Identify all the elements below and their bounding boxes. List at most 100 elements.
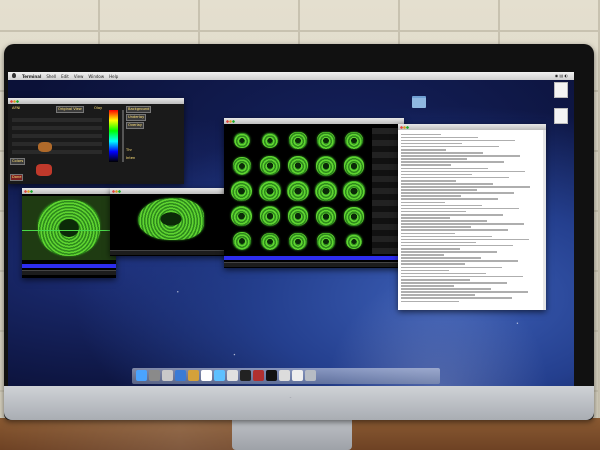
original-view-button[interactable]: Original View xyxy=(56,106,84,113)
axial-titlebar[interactable] xyxy=(22,188,116,194)
app-icon[interactable] xyxy=(253,370,264,381)
menu-bar: Terminal Shell Edit View Window Help ◉ ▤… xyxy=(8,72,574,80)
trash-icon[interactable] xyxy=(305,370,316,381)
montage-slice[interactable] xyxy=(232,156,252,175)
terminal-line xyxy=(401,173,472,176)
montage-slice[interactable] xyxy=(259,180,281,202)
itunes-icon[interactable] xyxy=(214,370,225,381)
terminal-titlebar[interactable] xyxy=(398,124,546,130)
screen: Terminal Shell Edit View Window Help ◉ ▤… xyxy=(8,72,574,386)
menu-item-window[interactable]: Window xyxy=(88,74,104,79)
montage-slice[interactable] xyxy=(343,180,365,202)
sagittal-slice-image[interactable] xyxy=(120,196,220,244)
safari-icon[interactable] xyxy=(175,370,186,381)
terminal-line xyxy=(401,229,508,231)
done-button[interactable]: Done xyxy=(10,174,24,181)
terminal-line xyxy=(401,170,525,173)
sagittal-toolbar[interactable] xyxy=(110,250,230,255)
dashboard-icon[interactable] xyxy=(149,370,160,381)
montage-slice[interactable] xyxy=(344,131,364,150)
montage-titlebar[interactable] xyxy=(224,118,404,124)
overlay-button[interactable]: Overlay xyxy=(126,122,144,129)
montage-slice[interactable] xyxy=(317,233,335,250)
threshold-slider[interactable] xyxy=(122,110,124,162)
apple-menu-icon[interactable] xyxy=(12,73,16,78)
terminal-window xyxy=(398,124,546,310)
window-controls[interactable] xyxy=(24,189,33,193)
background-button[interactable]: Background xyxy=(126,106,152,113)
montage-slice[interactable] xyxy=(234,133,250,149)
terminal-line xyxy=(401,145,499,148)
color-scale-bar[interactable] xyxy=(109,110,118,162)
montage-grid[interactable] xyxy=(228,128,368,254)
terminal-line xyxy=(401,183,493,185)
terminal-icon[interactable] xyxy=(240,370,251,381)
montage-slice[interactable] xyxy=(231,180,253,202)
terminal-line xyxy=(401,210,466,213)
finder-icon[interactable] xyxy=(136,370,147,381)
stack-icon[interactable] xyxy=(292,370,303,381)
window-controls[interactable] xyxy=(10,99,19,103)
photos-icon[interactable] xyxy=(188,370,199,381)
calendar-icon[interactable] xyxy=(201,370,212,381)
terminal-line xyxy=(401,282,507,284)
colors-button[interactable]: Colors xyxy=(10,158,26,165)
montage-slice[interactable] xyxy=(317,132,335,150)
montage-slice[interactable] xyxy=(260,232,280,251)
terminal-line xyxy=(401,291,528,293)
folder-icon xyxy=(412,96,426,108)
montage-slice[interactable] xyxy=(289,132,307,149)
terminal-line xyxy=(401,152,483,154)
montage-slice[interactable] xyxy=(316,206,336,226)
window-controls[interactable] xyxy=(226,119,235,123)
axial-slice-image[interactable] xyxy=(22,196,116,260)
axial-toolbar[interactable] xyxy=(22,270,116,275)
terminal-line xyxy=(401,207,519,210)
terminal-line xyxy=(401,161,504,163)
terminal-line xyxy=(401,247,460,250)
terminal-line xyxy=(401,263,465,266)
montage-slice[interactable] xyxy=(261,132,279,149)
montage-toolbar[interactable] xyxy=(224,262,404,267)
terminal-line xyxy=(401,294,475,296)
menubar-status-icons[interactable]: ◉ ▤ ◐ xyxy=(555,73,568,78)
underlay-button[interactable]: Underlay xyxy=(126,114,147,121)
menu-item-shell[interactable]: Shell xyxy=(46,74,56,79)
montage-slice[interactable] xyxy=(315,156,337,176)
preview-icon[interactable] xyxy=(227,370,238,381)
document-icon[interactable] xyxy=(554,82,568,98)
montage-slice[interactable] xyxy=(315,180,337,202)
montage-slice[interactable] xyxy=(260,156,280,176)
montage-slice[interactable] xyxy=(259,206,281,227)
menu-item-terminal[interactable]: Terminal xyxy=(22,74,41,79)
stack-icon[interactable] xyxy=(279,370,290,381)
dock xyxy=(132,368,440,384)
window-controls[interactable] xyxy=(400,125,409,129)
terminal-line xyxy=(401,186,530,188)
x11-icon[interactable] xyxy=(266,370,277,381)
menu-item-help[interactable]: Help xyxy=(109,74,118,79)
montage-slice[interactable] xyxy=(345,233,363,250)
menu-item-view[interactable]: View xyxy=(74,74,84,79)
terminal-line xyxy=(401,297,512,300)
montage-slider[interactable] xyxy=(224,256,404,260)
menu-item-edit[interactable]: Edit xyxy=(61,74,69,79)
terminal-output[interactable] xyxy=(398,130,546,312)
montage-slice[interactable] xyxy=(289,232,307,250)
terminal-line xyxy=(401,278,470,281)
terminal-scrollbar[interactable] xyxy=(543,130,546,310)
axial-slider[interactable] xyxy=(22,264,116,268)
montage-slice[interactable] xyxy=(287,180,309,202)
window-controls[interactable] xyxy=(112,189,121,193)
montage-slice[interactable] xyxy=(343,155,365,176)
document-icon[interactable] xyxy=(554,108,568,124)
sagittal-titlebar[interactable] xyxy=(110,188,230,194)
montage-slice[interactable] xyxy=(287,206,309,226)
montage-slice[interactable] xyxy=(231,206,253,227)
montage-slice[interactable] xyxy=(344,206,364,226)
terminal-line xyxy=(401,275,523,278)
montage-slice[interactable] xyxy=(288,156,308,176)
mail-icon[interactable] xyxy=(162,370,173,381)
desktop-folder[interactable] xyxy=(412,96,426,108)
montage-slice[interactable] xyxy=(232,232,252,251)
